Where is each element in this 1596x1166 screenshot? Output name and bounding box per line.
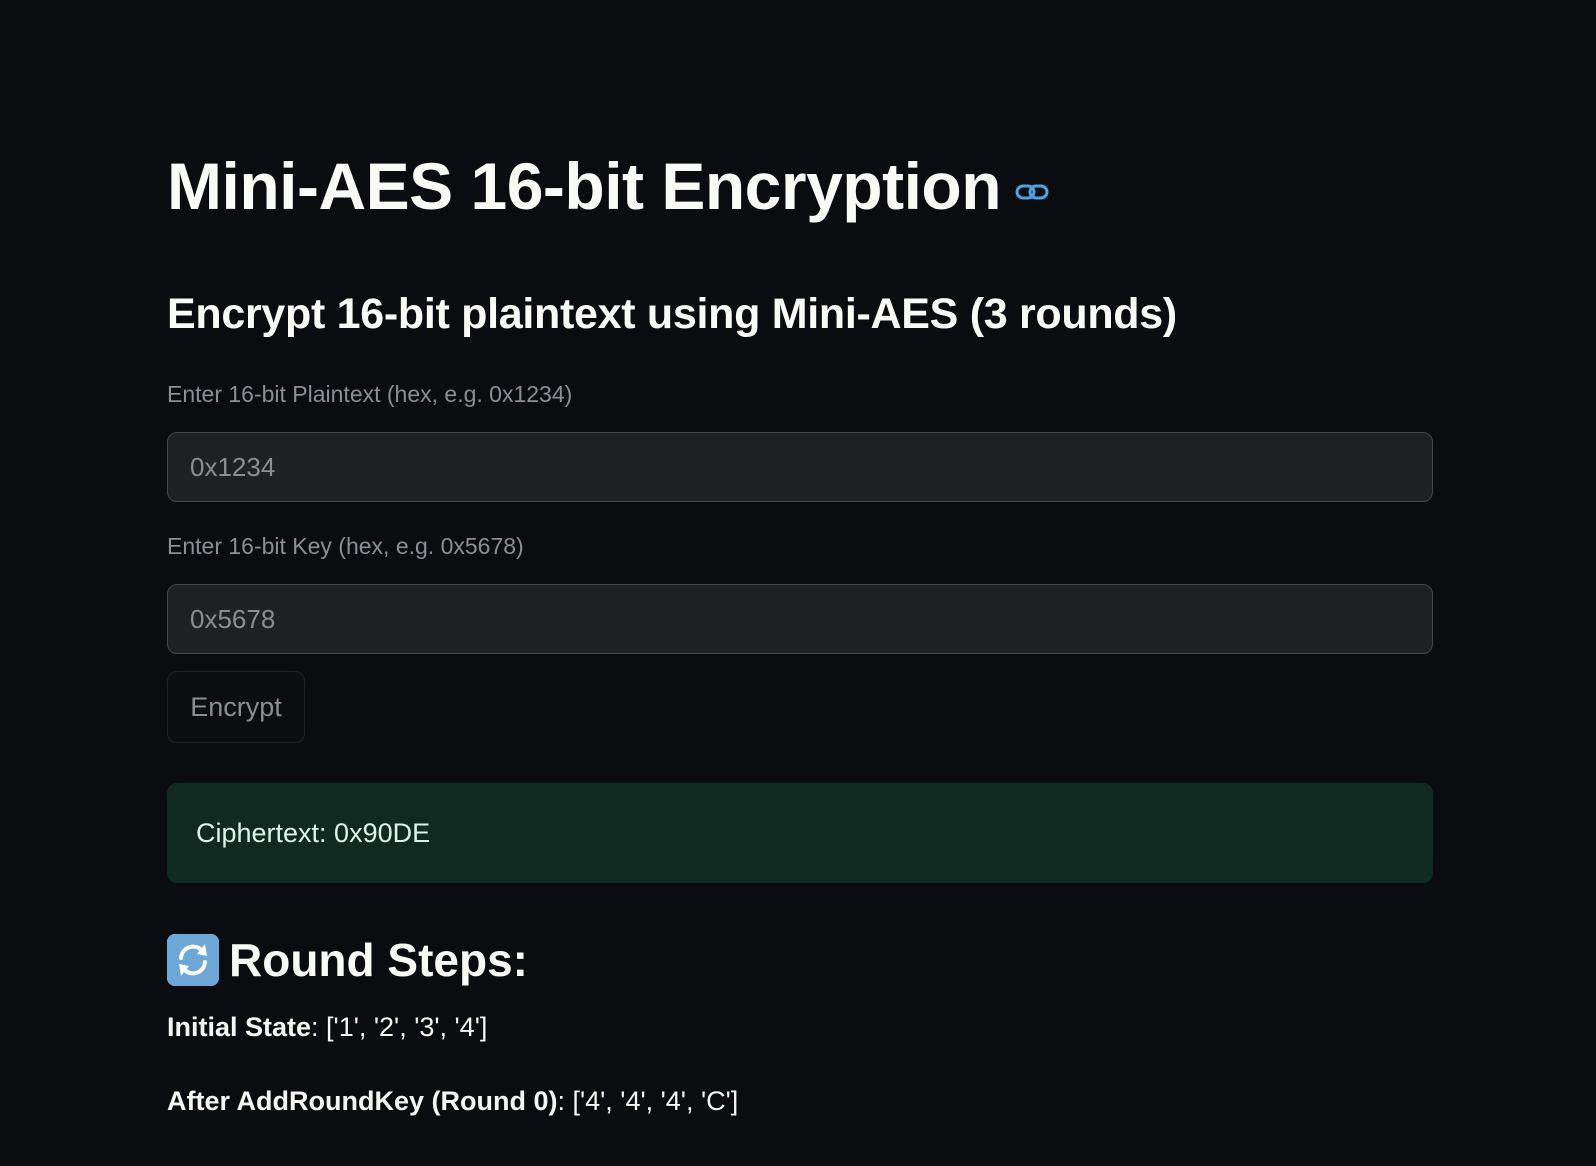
round-steps-heading: Round Steps: [167,933,528,987]
step-value: : ['1', '2', '3', '4'] [311,1012,488,1042]
plaintext-input[interactable] [167,432,1433,502]
link-icon[interactable] [1015,182,1049,202]
step-label: Initial State [167,1012,312,1042]
step-value: : ['4', '4', '4', 'C'] [557,1086,739,1116]
plaintext-label: Enter 16-bit Plaintext (hex, e.g. 0x1234… [167,381,573,407]
key-label: Enter 16-bit Key (hex, e.g. 0x5678) [167,533,524,559]
round-steps-title: Round Steps: [229,934,528,986]
encrypt-button[interactable]: Encrypt [167,671,305,743]
step-label: After AddRoundKey (Round 0) [167,1086,558,1116]
step-initial-state: Initial State: ['1', '2', '3', '4'] [167,1012,487,1043]
title-row: Mini-AES 16-bit Encryption [167,148,1049,224]
refresh-icon [167,934,219,986]
page-title: Mini-AES 16-bit Encryption [167,149,1002,223]
ciphertext-result: Ciphertext: 0x90DE [196,817,431,848]
page-subtitle: Encrypt 16-bit plaintext using Mini-AES … [167,290,1177,338]
key-input[interactable] [167,584,1433,654]
step-after-addroundkey-0: After AddRoundKey (Round 0): ['4', '4', … [167,1086,738,1117]
ciphertext-result-box: Ciphertext: 0x90DE [167,783,1433,883]
